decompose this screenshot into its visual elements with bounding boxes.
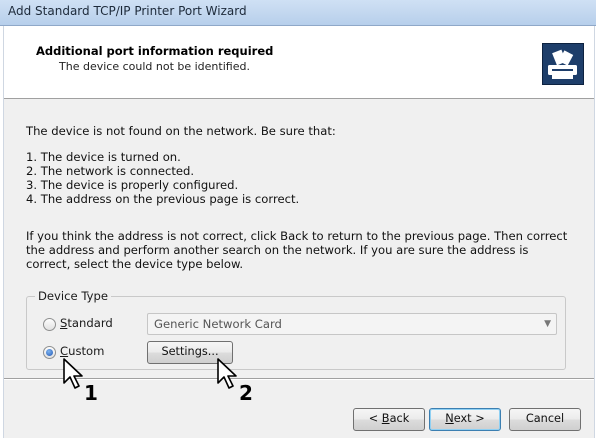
callout-2: 2 [239,381,253,405]
device-type-dropdown[interactable]: Generic Network Card ▼ [147,313,557,335]
device-type-group: Device Type Standard Generic Network Car… [26,289,566,370]
title-bar: Add Standard TCP/IP Printer Port Wizard [0,0,596,26]
chevron-down-icon: ▼ [544,319,551,329]
intro-text: The device is not found on the network. … [26,124,336,138]
cancel-button[interactable]: Cancel [509,408,581,431]
header-subtitle: The device could not be identified. [59,60,250,73]
help-text: If you think the address is not correct,… [26,229,568,271]
custom-label[interactable]: Custom [60,344,104,358]
printer-icon [542,43,584,85]
wizard-header: Additional port information required The… [4,26,594,99]
next-button[interactable]: Next > [429,408,501,431]
checklist-item: 4. The address on the previous page is c… [26,192,300,206]
window-title: Add Standard TCP/IP Printer Port Wizard [8,4,247,18]
footer-separator [4,378,594,380]
standard-radio[interactable] [43,318,56,331]
header-title: Additional port information required [36,44,274,58]
wizard-body: The device is not found on the network. … [4,99,594,379]
checklist-item: 1. The device is turned on. [26,150,181,164]
checklist-item: 2. The network is connected. [26,164,195,178]
custom-radio[interactable] [43,346,56,359]
back-button[interactable]: < Back [353,408,425,431]
dropdown-value: Generic Network Card [154,317,282,331]
checklist-item: 3. The device is properly configured. [26,178,239,192]
callout-1: 1 [84,381,98,405]
standard-label[interactable]: Standard [60,316,113,330]
device-type-legend: Device Type [35,289,111,303]
